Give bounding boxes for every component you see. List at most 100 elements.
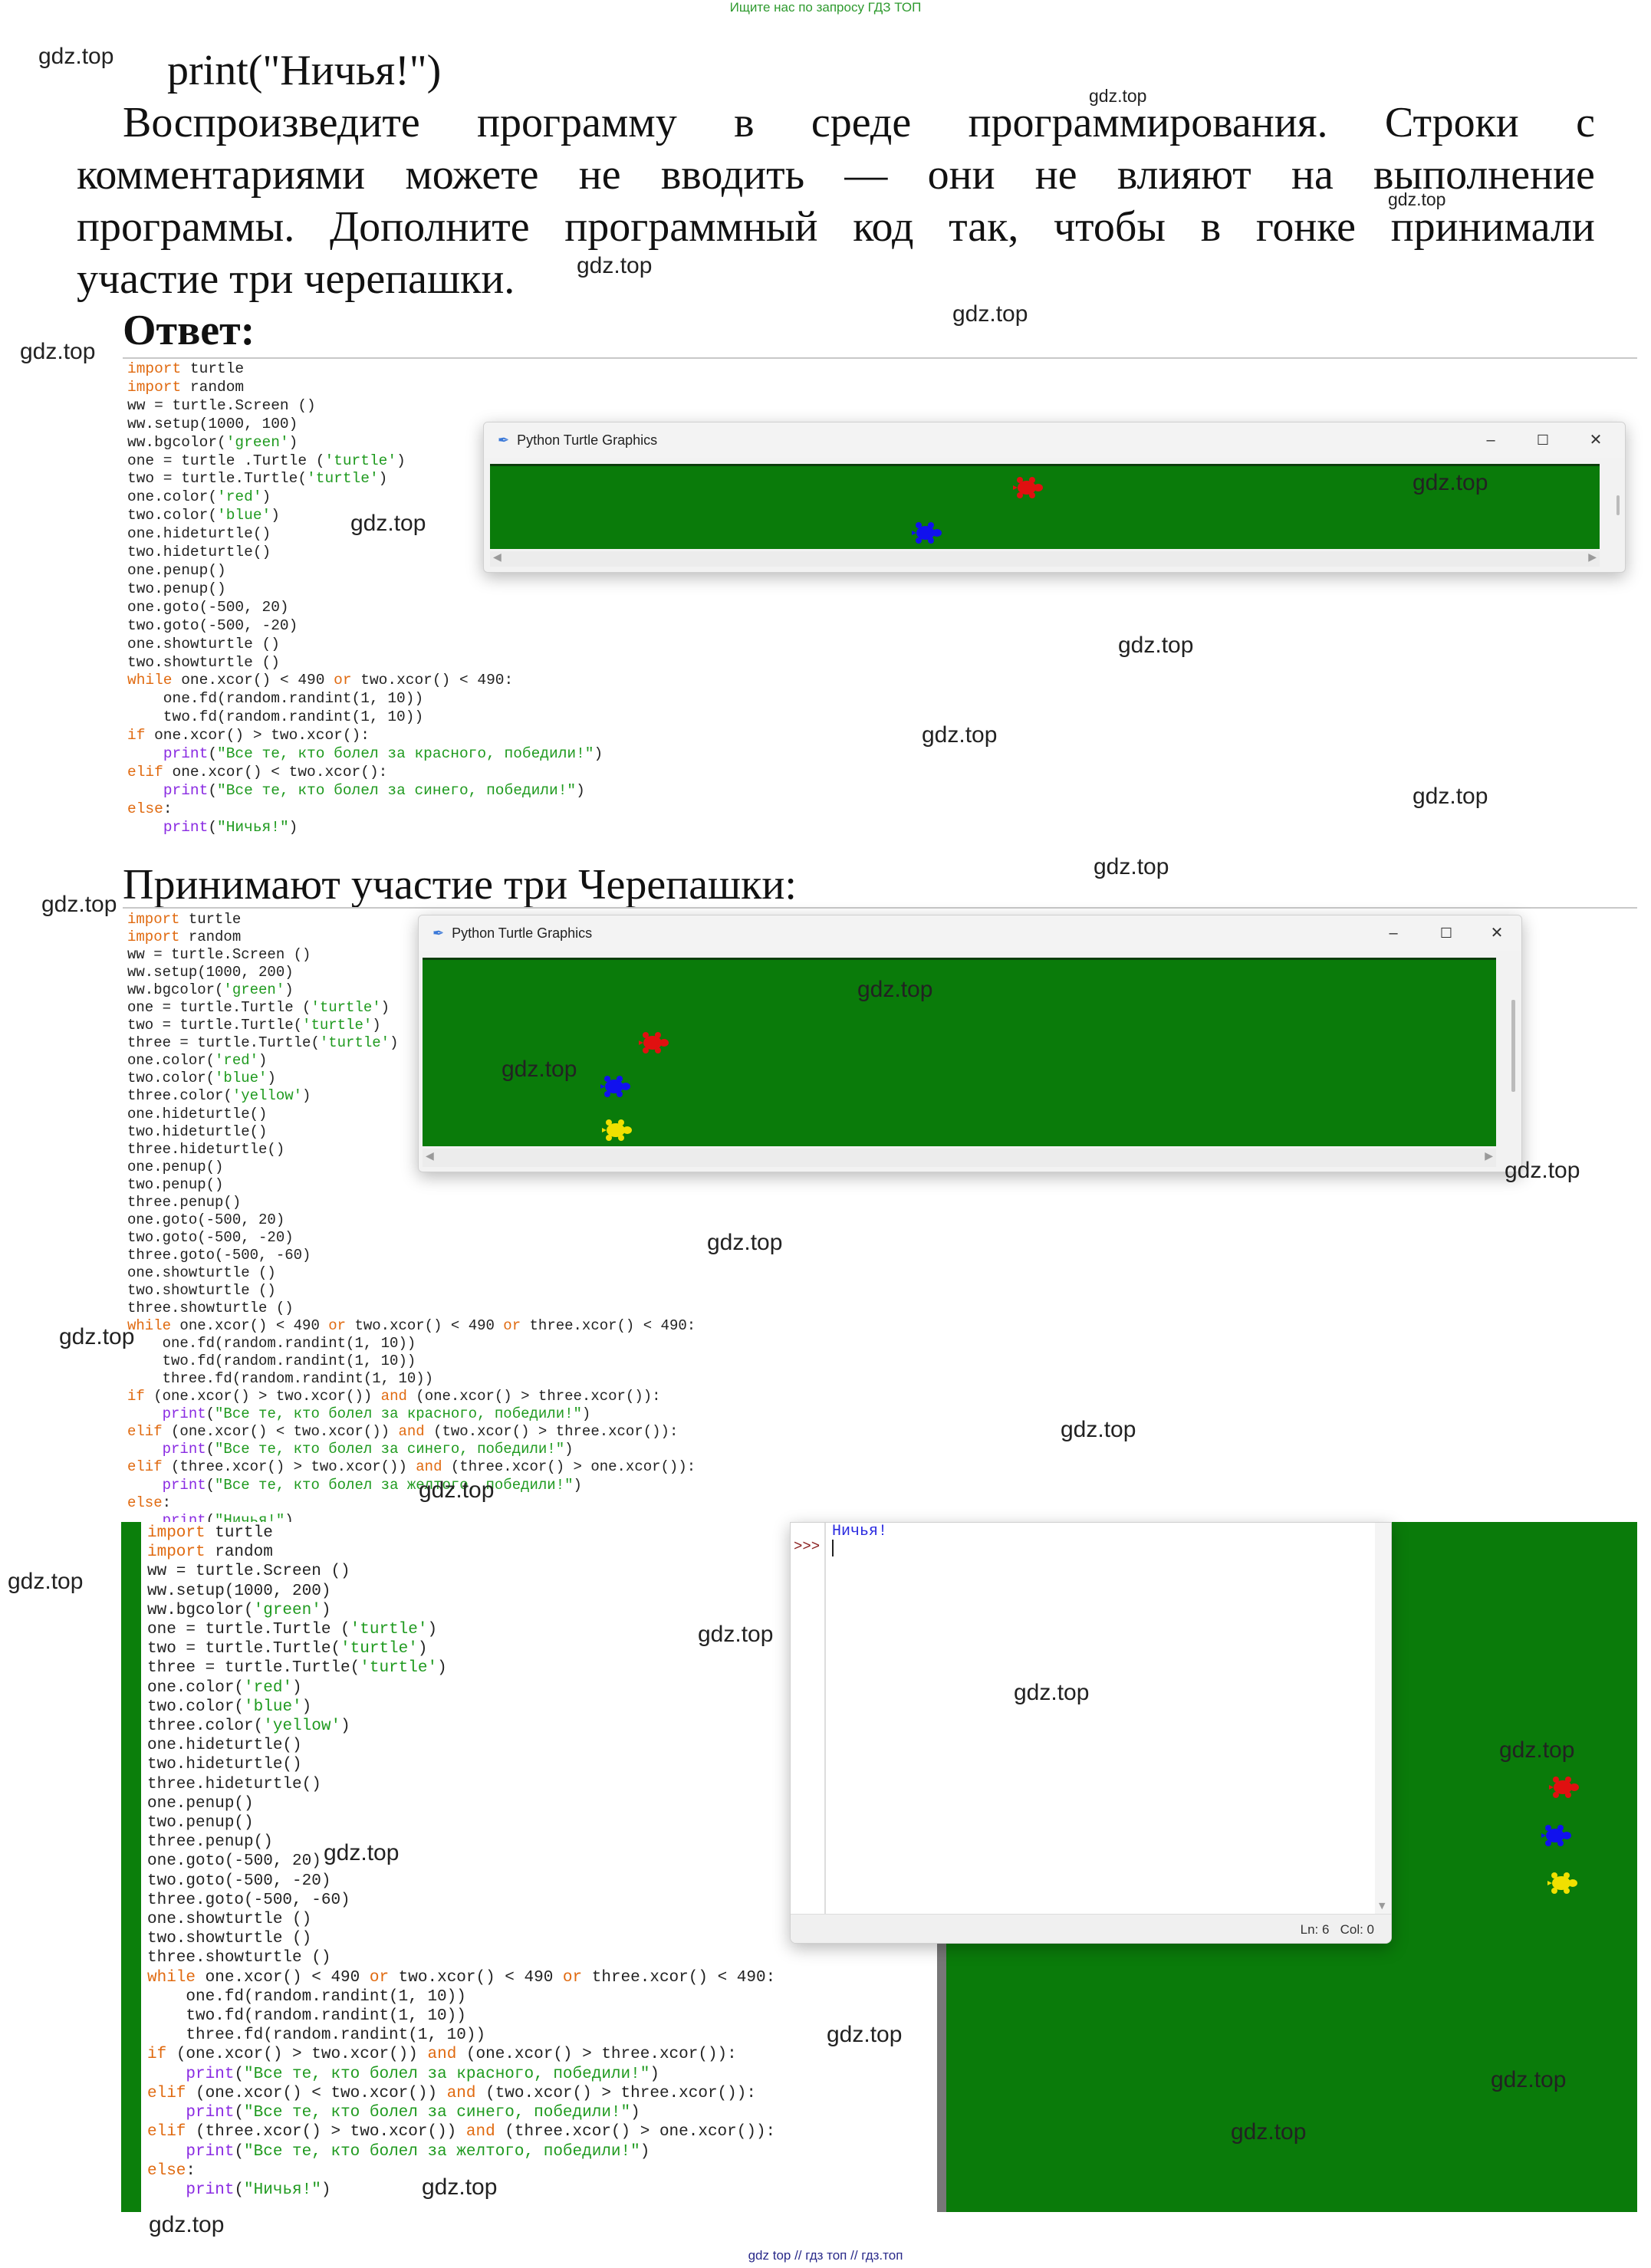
watermark: gdz.top xyxy=(698,1622,774,1647)
intro-line-1: Воспроизведите программу в среде программиро… xyxy=(123,97,1595,149)
watermark: gdz.top xyxy=(577,253,653,278)
vertical-scrollbar-thumb[interactable] xyxy=(1511,1000,1515,1092)
code-line: one.showturtle () xyxy=(127,635,280,652)
yellow-turtle-icon xyxy=(1547,1872,1577,1894)
code-line: print("Все те, кто болел за красного, по… xyxy=(163,745,604,763)
code-line: elif (one.xcor() < two.xcor()) and (two.… xyxy=(127,1423,679,1441)
code-line: two.color('blue') xyxy=(147,1698,312,1716)
window-titlebar[interactable]: ✒ Python Turtle Graphics xyxy=(484,422,1625,458)
editor-divider xyxy=(937,1940,946,2212)
horizontal-scrollbar[interactable]: ◀ ▶ xyxy=(423,1149,1496,1167)
code-line: print("Ничья!") xyxy=(163,818,298,836)
shell-scrollbar[interactable]: ▼ xyxy=(1375,1523,1391,1914)
code-line: three.hideturtle() xyxy=(147,1775,321,1793)
watermark: gdz.top xyxy=(419,1477,495,1503)
code-line: print("Все те, кто болел за синего, побе… xyxy=(162,1441,574,1458)
watermark: gdz.top xyxy=(502,1057,577,1082)
code-line: print("Все те, кто болел за синего, побе… xyxy=(186,2104,640,2122)
word: в xyxy=(1200,203,1222,251)
watermark: gdz.top xyxy=(1094,854,1169,879)
blue-turtle-icon xyxy=(912,522,942,544)
code-line: two.penup() xyxy=(127,1175,224,1193)
code-line: ww = turtle.Screen () xyxy=(127,396,316,414)
horizontal-scrollbar[interactable]: ◀ ▶ xyxy=(490,551,1600,567)
shell-prompt: >>> xyxy=(794,1538,821,1555)
close-button[interactable]: ✕ xyxy=(1475,915,1518,951)
code-line: print("Все те, кто болел за красного, по… xyxy=(186,2065,659,2083)
code-line: import turtle xyxy=(127,360,245,377)
watermark: gdz.top xyxy=(149,2212,225,2237)
code-line: while one.xcor() < 490 or two.xcor() < 4… xyxy=(127,672,514,689)
watermark: gdz.top xyxy=(41,892,117,917)
editor-gutter xyxy=(121,1522,141,2212)
scroll-right-icon[interactable]: ▶ xyxy=(1485,1150,1493,1162)
scroll-left-icon[interactable]: ◀ xyxy=(493,551,502,564)
window-titlebar[interactable]: ✒ Python Turtle Graphics xyxy=(419,915,1521,951)
scroll-right-icon[interactable]: ▶ xyxy=(1588,551,1597,564)
python-feather-icon: ✒ xyxy=(498,432,510,448)
word: Строки xyxy=(1384,99,1519,146)
code-line: if (one.xcor() > two.xcor()) and (one.xc… xyxy=(127,1388,661,1405)
maximize-button[interactable]: ☐ xyxy=(1425,915,1468,951)
watermark: gdz.top xyxy=(1413,470,1488,495)
code-line: three.penup() xyxy=(127,1193,242,1211)
turtle-canvas[interactable] xyxy=(423,958,1496,1146)
code-line: two.showturtle () xyxy=(127,1281,276,1299)
word: так, xyxy=(949,203,1019,251)
code-line: two.penup() xyxy=(147,1814,254,1832)
code-line: two.fd(random.randint(1, 10)) xyxy=(127,708,424,726)
word: среде xyxy=(811,99,912,146)
code-line: else: xyxy=(127,1494,172,1511)
maximize-button[interactable]: ☐ xyxy=(1521,422,1564,458)
vertical-scrollbar-thumb[interactable] xyxy=(1616,495,1620,515)
word: Дополните xyxy=(329,203,530,251)
code-line: one.goto(-500, 20) xyxy=(147,1852,321,1871)
word: вводить xyxy=(660,151,805,199)
watermark: gdz.top xyxy=(952,301,1028,327)
word: программу xyxy=(477,99,677,146)
blue-turtle-icon xyxy=(1541,1825,1571,1846)
code-line: while one.xcor() < 490 or two.xcor() < 4… xyxy=(147,1968,776,1987)
answer-divider xyxy=(123,357,1637,359)
code-line: three.goto(-500, -60) xyxy=(127,1246,311,1264)
code-line: if (one.xcor() > two.xcor()) and (one.xc… xyxy=(147,2046,737,2064)
blue-turtle-icon xyxy=(600,1076,630,1097)
watermark: gdz.top xyxy=(8,1569,84,1594)
code-line: one.showturtle () xyxy=(127,1264,276,1281)
code-line: one.goto(-500, 20) xyxy=(127,598,289,616)
red-turtle-icon xyxy=(639,1032,669,1053)
code-line: two.fd(random.randint(1, 10)) xyxy=(147,2007,466,2026)
turtle-window-1[interactable]: ✒ Python Turtle Graphics – ☐ ✕ ◀ ▶ xyxy=(483,422,1626,573)
shell-cursor[interactable] xyxy=(832,1540,834,1556)
code-line: two.penup() xyxy=(127,580,226,597)
word: чтобы xyxy=(1054,203,1166,251)
code-line: elif (three.xcor() > two.xcor()) and (th… xyxy=(127,1458,696,1476)
python-shell-window[interactable]: >>> Ничья! ▼ Ln: 6 Col: 0 xyxy=(790,1522,1392,1944)
watermark: gdz.top xyxy=(1014,1680,1090,1705)
close-button[interactable]: ✕ xyxy=(1573,422,1619,458)
code-line: three = turtle.Turtle('turtle') xyxy=(147,1659,447,1678)
minimize-button[interactable]: – xyxy=(1469,422,1512,458)
shell-output: Ничья! xyxy=(832,1523,888,1540)
site-bottom-link[interactable]: gdz top // гдз топ // гдз.топ xyxy=(0,2248,1651,2263)
scroll-left-icon[interactable]: ◀ xyxy=(426,1150,434,1162)
shell-status-position: Ln: 6 Col: 0 xyxy=(1300,1922,1374,1937)
watermark: gdz.top xyxy=(1499,1737,1575,1763)
word: гонке xyxy=(1255,203,1357,251)
scroll-down-icon[interactable]: ▼ xyxy=(1379,1901,1385,1911)
code-line: three.goto(-500, -60) xyxy=(147,1891,350,1909)
code-line: two = turtle.Turtle('turtle') xyxy=(147,1640,428,1658)
word: — xyxy=(844,151,888,199)
code-line: print("Все те, кто болел за желтого, поб… xyxy=(186,2142,650,2161)
turtle-window-2[interactable]: ✒ Python Turtle Graphics – ☐ ✕ ◀ ▶ xyxy=(418,915,1522,1172)
code-line: if one.xcor() > two.xcor(): xyxy=(127,727,370,744)
site-top-link[interactable]: Ищите нас по запросу ГДЗ ТОП xyxy=(0,0,1651,15)
watermark: gdz.top xyxy=(922,722,998,748)
word: с xyxy=(1576,99,1595,146)
code-line: one.fd(random.randint(1, 10)) xyxy=(147,1987,466,2006)
code-line: ww.bgcolor('green') xyxy=(147,1601,331,1619)
window-title: Python Turtle Graphics xyxy=(517,432,658,448)
word: в xyxy=(734,99,755,146)
minimize-button[interactable]: – xyxy=(1372,915,1415,951)
intro-line-4: участие три черепашки. xyxy=(77,255,515,303)
